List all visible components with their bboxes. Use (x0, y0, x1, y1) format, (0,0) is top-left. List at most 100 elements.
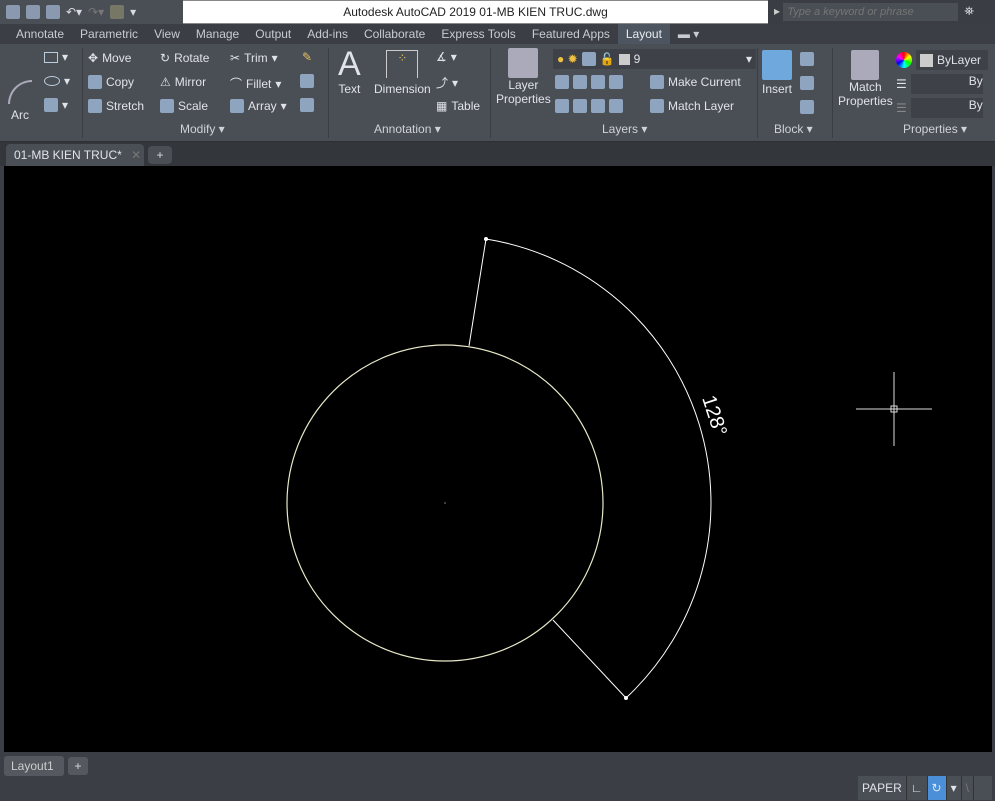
mirror-icon: ⚠ (160, 75, 171, 89)
color-picker[interactable]: ByLayer (896, 50, 988, 70)
angular-dimension-arc[interactable] (485, 238, 712, 699)
bulb-icon: ● ✹ (557, 52, 578, 66)
tab-featured-apps[interactable]: Featured Apps (524, 24, 618, 44)
move-button[interactable]: ✥ Move (88, 51, 131, 65)
document-tab[interactable]: 01-MB KIEN TRUC* ✕ (6, 144, 144, 166)
grid-snap-icon[interactable]: ∟ (907, 776, 928, 800)
block-tools[interactable] (800, 52, 814, 114)
search-box: ▸ ⛯ (768, 0, 995, 24)
ellipse-icon (44, 76, 60, 86)
redo-icon[interactable]: ↷▾ (88, 5, 104, 19)
drawing-canvas[interactable]: 128° (4, 166, 992, 752)
layer-dropdown[interactable]: ● ✹ 🔓 9 ▾ (553, 49, 756, 69)
polar-tracking-icon[interactable]: ↻ (927, 776, 947, 800)
insert-button[interactable]: Insert (762, 50, 792, 96)
explode-button[interactable] (300, 98, 314, 112)
grip-point[interactable] (484, 237, 488, 241)
paper-toggle[interactable]: PAPER (858, 776, 907, 800)
fillet-button[interactable]: ⌒ Fillet ▾ (230, 75, 281, 92)
open-icon[interactable] (26, 5, 40, 19)
binoculars-icon[interactable]: ⛯ (964, 4, 974, 18)
array-button[interactable]: Array ▾ (230, 99, 287, 113)
tab-annotate[interactable]: Annotate (8, 24, 72, 44)
annotation-panel-title[interactable]: Annotation ▾ (374, 122, 441, 136)
offset-icon (300, 74, 314, 88)
explode-icon (300, 98, 314, 112)
tab-collaborate[interactable]: Collaborate (356, 24, 433, 44)
tab-layout[interactable]: Layout (617, 24, 670, 44)
leader-button[interactable]: ⤴ ▾ (436, 74, 458, 91)
osnap-icon[interactable]: \ (962, 776, 974, 800)
ribbon: Arc ▾ ▾ ▾ ✥ Move ↻ Rotate ✂ Trim ▾ Copy ⚠ Mir… (0, 44, 995, 142)
extension-line-2 (552, 619, 627, 699)
undo-icon[interactable]: ↶▾ (66, 5, 82, 19)
tab-output[interactable]: Output (247, 24, 299, 44)
color-wheel-icon (896, 52, 912, 68)
arc-button[interactable]: Arc (8, 80, 32, 122)
layer-tools-row2[interactable] (555, 99, 623, 113)
document-tab-bar: 01-MB KIEN TRUC* ✕ + (0, 142, 995, 166)
chevron-down-icon: ▾ (745, 52, 752, 66)
tab-parametric[interactable]: Parametric (72, 24, 146, 44)
block-panel-title[interactable]: Block ▾ (774, 122, 813, 136)
text-icon: A (338, 45, 361, 83)
new-tab-button[interactable]: + (148, 146, 172, 164)
app-menu-icon[interactable] (6, 5, 20, 19)
lineweight-dropdown[interactable]: ☰ By (896, 74, 983, 94)
close-icon[interactable]: ✕ (131, 148, 141, 162)
mirror-button[interactable]: ⚠ Mirror (160, 75, 206, 89)
print-icon[interactable] (46, 5, 60, 19)
lock-icon: 🔓 (599, 52, 615, 66)
freeze-icon (581, 52, 596, 66)
tab-express-tools[interactable]: Express Tools (433, 24, 523, 44)
properties-panel-title[interactable]: Properties ▾ (903, 122, 967, 136)
erase-button[interactable]: ✎ (302, 50, 312, 64)
lineweight-icon: ☰ (896, 77, 907, 91)
match-properties-icon (851, 50, 880, 80)
add-layout-button[interactable]: + (68, 757, 88, 775)
chevron-down-icon[interactable]: ▾ (947, 776, 962, 800)
linear-dim-button[interactable]: ∡ ▾ (436, 50, 457, 64)
customize-icon[interactable]: ▾ (130, 5, 136, 19)
layer-tools-row1[interactable] (555, 75, 623, 89)
layer-properties-button[interactable]: Layer Properties (496, 48, 551, 106)
match-layer-button[interactable]: Match Layer (650, 99, 734, 113)
grip-point[interactable] (624, 696, 628, 700)
plot-icon[interactable] (110, 5, 125, 19)
workspace-icon[interactable]: ▬ ▾ (670, 24, 707, 44)
stretch-button[interactable]: Stretch (88, 99, 144, 113)
dimension-button[interactable]: ⁘ Dimension (374, 50, 431, 96)
tab-view[interactable]: View (146, 24, 188, 44)
rotate-button[interactable]: ↻ Rotate (160, 51, 209, 65)
search-input[interactable] (783, 3, 959, 21)
tab-add-ins[interactable]: Add-ins (299, 24, 356, 44)
trim-button[interactable]: ✂ Trim ▾ (230, 51, 278, 65)
angle-icon: ∡ (436, 50, 447, 64)
stretch-icon (88, 99, 102, 113)
insert-block-icon (762, 50, 792, 80)
extension-line-1 (468, 238, 487, 347)
angle-dimension-text[interactable]: 128° (697, 393, 731, 439)
text-button[interactable]: A Text (338, 46, 361, 96)
trim-icon: ✂ (230, 51, 241, 65)
array-icon (230, 99, 244, 113)
layer-stack-icon (508, 48, 539, 78)
hatch-button[interactable]: ▾ (44, 98, 68, 112)
tab-manage[interactable]: Manage (188, 24, 247, 44)
offset-button[interactable] (300, 74, 314, 88)
layer-lock-icon (609, 75, 623, 89)
modify-panel-title[interactable]: Modify ▾ (180, 122, 225, 136)
layers-panel-title[interactable]: Layers ▾ (602, 122, 647, 136)
linetype-dropdown[interactable]: ☰ By (896, 98, 983, 118)
copy-button[interactable]: Copy (88, 75, 134, 89)
make-current-button[interactable]: Make Current (650, 75, 741, 89)
match-properties-button[interactable]: Match Properties (838, 50, 893, 108)
table-button[interactable]: ▦ Table (436, 99, 480, 113)
layer-off-icon (555, 75, 569, 89)
scale-button[interactable]: Scale (160, 99, 208, 113)
edit-block-icon (800, 76, 814, 90)
ellipse-button[interactable]: ▾ (44, 74, 70, 88)
linetype-icon: ☰ (896, 101, 907, 115)
layout-tab[interactable]: Layout1 (4, 756, 64, 776)
rectangle-button[interactable]: ▾ (44, 50, 68, 64)
